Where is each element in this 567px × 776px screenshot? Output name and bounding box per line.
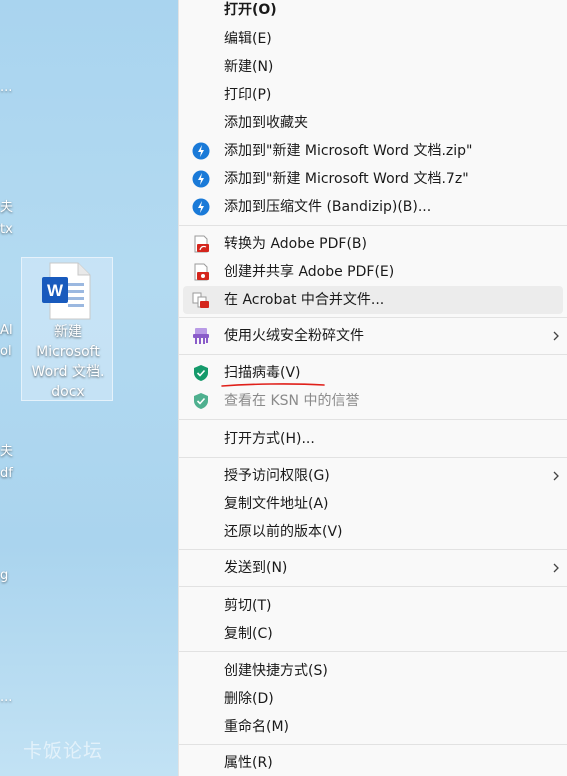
file-shredder-icon (193, 328, 209, 344)
menu-item-label: 打开(O) (224, 2, 277, 18)
menu-item-add-to-archive-bandizip[interactable]: 添加到压缩文件 (Bandizip)(B)... (183, 193, 563, 221)
menu-item-copy[interactable]: 复制(C) (183, 620, 563, 648)
menu-item-rename[interactable]: 重命名(M) (183, 713, 563, 741)
desktop-icon-label-fragment[interactable]: ol (0, 344, 12, 360)
menu-item-convert-to-pdf[interactable]: 转换为 Adobe PDF(B) (183, 230, 563, 258)
menu-item-print[interactable]: 打印(P) (183, 81, 563, 109)
menu-separator (179, 744, 567, 745)
menu-item-label: 添加到压缩文件 (Bandizip)(B)... (224, 199, 432, 215)
menu-separator (179, 419, 567, 420)
menu-item-huorong-shred[interactable]: 使用火绒安全粉碎文件 (183, 322, 563, 350)
menu-item-label: 复制(C) (224, 626, 273, 642)
desktop-icon-label-fragment[interactable]: AI (0, 323, 13, 339)
kaspersky-shield-icon (194, 393, 208, 409)
menu-item-label: 添加到收藏夹 (224, 115, 308, 131)
selected-desktop-file[interactable]: W 新建 Microsoft Word 文档. docx (21, 257, 113, 401)
menu-separator (179, 457, 567, 458)
menu-item-open-with[interactable]: 打开方式(H)... (183, 425, 563, 453)
desktop-icon-label-fragment[interactable]: df (0, 466, 13, 482)
menu-item-label: 使用火绒安全粉碎文件 (224, 328, 364, 344)
file-name-line: Word 文档. (31, 364, 105, 380)
file-name-line: 新建 (54, 324, 82, 340)
menu-item-label: 编辑(E) (224, 31, 272, 47)
menu-item-label: 发送到(N) (224, 560, 288, 576)
menu-separator (179, 549, 567, 550)
menu-item-label: 扫描病毒(V) (224, 365, 301, 381)
menu-item-add-to-zip[interactable]: 添加到"新建 Microsoft Word 文档.zip" (183, 137, 563, 165)
menu-item-label: 打印(P) (224, 87, 272, 103)
menu-item-restore-previous-versions[interactable]: 还原以前的版本(V) (183, 518, 563, 546)
menu-item-label: 属性(R) (224, 755, 273, 771)
menu-separator (179, 225, 567, 226)
menu-item-create-share-pdf[interactable]: 创建并共享 Adobe PDF(E) (183, 258, 563, 286)
menu-item-label: 授予访问权限(G) (224, 468, 330, 484)
adobe-pdf-share-icon (194, 263, 209, 281)
menu-item-label: 在 Acrobat 中合并文件... (224, 292, 385, 308)
menu-item-label: 新建(N) (224, 59, 274, 75)
annotation-underline (221, 383, 325, 387)
bandizip-icon (192, 170, 210, 188)
menu-item-add-to-7z[interactable]: 添加到"新建 Microsoft Word 文档.7z" (183, 165, 563, 193)
menu-separator (179, 586, 567, 587)
submenu-arrow-icon (553, 331, 559, 341)
menu-item-cut[interactable]: 剪切(T) (183, 592, 563, 620)
menu-item-open[interactable]: 打开(O) (183, 0, 563, 24)
file-name-line: docx (51, 384, 85, 400)
bandizip-icon (192, 142, 210, 160)
svg-text:W: W (47, 281, 64, 300)
menu-item-label: 打开方式(H)... (224, 431, 315, 447)
menu-item-properties[interactable]: 属性(R) (183, 749, 563, 776)
menu-item-add-to-favorites[interactable]: 添加到收藏夹 (183, 109, 563, 137)
menu-item-label: 添加到"新建 Microsoft Word 文档.7z" (224, 171, 469, 187)
desktop-icon-label-fragment[interactable]: tx (0, 222, 13, 238)
desktop-background: ... 夫 tx AI ol 夫 df g ... W 新建 Microsoft… (0, 0, 178, 776)
menu-item-label: 转换为 Adobe PDF(B) (224, 236, 367, 252)
menu-item-label: 创建并共享 Adobe PDF(E) (224, 264, 395, 280)
menu-item-edit[interactable]: 编辑(E) (183, 25, 563, 53)
menu-item-acrobat-combine[interactable]: 在 Acrobat 中合并文件... (183, 286, 563, 314)
menu-item-label: 还原以前的版本(V) (224, 524, 343, 540)
adobe-pdf-icon (194, 235, 209, 253)
menu-item-label: 剪切(T) (224, 598, 272, 614)
menu-separator (179, 317, 567, 318)
menu-separator (179, 651, 567, 652)
menu-separator (179, 354, 567, 355)
menu-item-label: 创建快捷方式(S) (224, 663, 328, 679)
menu-item-delete[interactable]: 删除(D) (183, 685, 563, 713)
menu-item-new[interactable]: 新建(N) (183, 53, 563, 81)
submenu-arrow-icon (553, 471, 559, 481)
desktop-icon-label-fragment[interactable]: ... (0, 690, 12, 706)
desktop-icon-label-fragment[interactable]: ... (0, 80, 12, 96)
menu-item-send-to[interactable]: 发送到(N) (183, 554, 563, 582)
menu-item-ksn-reputation[interactable]: 查看在 KSN 中的信誉 (183, 387, 563, 415)
menu-item-create-shortcut[interactable]: 创建快捷方式(S) (183, 657, 563, 685)
desktop-icon-label-fragment[interactable]: 夫 (0, 200, 13, 216)
forum-watermark: 卡饭论坛 (23, 740, 104, 762)
menu-item-label: 查看在 KSN 中的信誉 (224, 393, 360, 409)
menu-item-copy-path[interactable]: 复制文件地址(A) (183, 490, 563, 518)
menu-item-label: 删除(D) (224, 691, 274, 707)
bandizip-icon (192, 198, 210, 216)
menu-item-grant-access[interactable]: 授予访问权限(G) (183, 462, 563, 490)
selected-file-name: 新建 Microsoft Word 文档. docx (22, 322, 114, 402)
acrobat-combine-icon (192, 292, 209, 308)
menu-item-label: 复制文件地址(A) (224, 496, 329, 512)
submenu-arrow-icon (553, 563, 559, 573)
kaspersky-shield-icon (194, 365, 208, 381)
menu-item-label: 重命名(M) (224, 719, 290, 735)
file-name-line: Microsoft (36, 344, 100, 360)
desktop-icon-label-fragment[interactable]: g (0, 568, 8, 584)
menu-item-label: 添加到"新建 Microsoft Word 文档.zip" (224, 143, 473, 159)
desktop-icon-label-fragment[interactable]: 夫 (0, 444, 13, 460)
word-document-icon: W (42, 262, 91, 320)
